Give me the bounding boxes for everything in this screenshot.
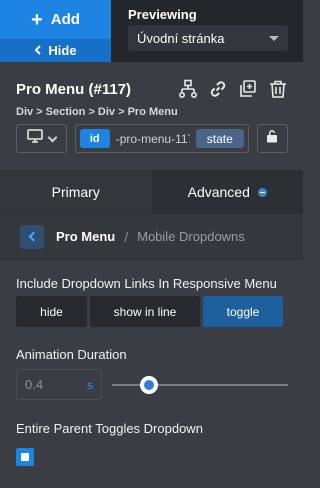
animation-duration-label: Animation Duration xyxy=(16,347,127,362)
dropdown-links-label: Include Dropdown Links In Responsive Men… xyxy=(16,276,277,291)
caret-down-icon xyxy=(269,35,279,41)
slider-track xyxy=(112,384,288,386)
trash-icon[interactable] xyxy=(268,79,288,99)
subnav-separator: / xyxy=(124,228,129,245)
plus-icon: + xyxy=(31,8,43,31)
tab-primary[interactable]: Primary xyxy=(0,170,152,214)
previewing-value: Úvodní stránka xyxy=(137,30,225,46)
previewing-label: Previewing xyxy=(128,7,197,22)
duplicate-icon[interactable] xyxy=(238,79,258,99)
back-button[interactable] xyxy=(20,224,44,249)
hide-button[interactable]: Hide xyxy=(0,39,111,62)
minus-icon xyxy=(257,187,267,197)
selector-name[interactable]: -pro-menu-117 xyxy=(116,132,190,146)
element-header: Pro Menu (#117) xyxy=(16,78,288,100)
tab-advanced[interactable]: Advanced xyxy=(152,170,304,214)
lock-icon xyxy=(266,129,278,148)
element-actions xyxy=(178,79,288,99)
link-icon[interactable] xyxy=(208,79,228,99)
subnav-current[interactable]: Pro Menu xyxy=(56,229,115,244)
option-hide[interactable]: hide xyxy=(16,296,87,327)
sub-navigation: Pro Menu / Mobile Dropdowns xyxy=(0,214,303,260)
tab-label: Primary xyxy=(51,184,100,200)
option-show-in-line[interactable]: show in line xyxy=(90,296,200,327)
option-toggle[interactable]: toggle xyxy=(203,296,283,327)
chevron-down-icon xyxy=(47,132,58,142)
add-label: Add xyxy=(50,11,80,28)
lock-button[interactable] xyxy=(256,124,288,153)
selector-field[interactable]: id -pro-menu-117 state xyxy=(74,124,249,153)
animation-duration-slider[interactable] xyxy=(112,376,288,394)
chevron-left-icon xyxy=(34,43,42,58)
tab-label: Advanced xyxy=(187,184,250,200)
chevron-left-icon xyxy=(28,231,39,242)
element-title: Pro Menu (#117) xyxy=(16,80,132,98)
add-button[interactable]: + Add xyxy=(0,0,111,39)
selector-row: id -pro-menu-117 state xyxy=(16,124,288,153)
dropdown-links-segmented: hide show in line toggle xyxy=(16,296,284,327)
animation-duration-value: 0.4 xyxy=(25,377,44,392)
animation-unit: s xyxy=(87,377,93,392)
structure-icon[interactable] xyxy=(178,79,198,99)
state-button[interactable]: state xyxy=(195,129,244,148)
animation-duration-input[interactable]: 0.4 s xyxy=(16,369,102,400)
monitor-icon xyxy=(27,129,43,148)
device-select[interactable] xyxy=(16,124,67,153)
subnav-section: Mobile Dropdowns xyxy=(137,229,245,244)
parent-toggles-checkbox[interactable] xyxy=(16,448,34,466)
slider-thumb[interactable] xyxy=(139,376,158,394)
breadcrumb: Div > Section > Div > Pro Menu xyxy=(16,106,178,118)
parent-toggles-label: Entire Parent Toggles Dropdown xyxy=(16,421,203,436)
tabs: Primary Advanced xyxy=(0,170,303,214)
hide-label: Hide xyxy=(48,43,77,58)
selector-type-badge[interactable]: id xyxy=(79,129,110,148)
top-bar: + Add Hide Previewing Úvodní stránka xyxy=(0,0,303,62)
previewing-select[interactable]: Úvodní stránka xyxy=(128,25,288,51)
